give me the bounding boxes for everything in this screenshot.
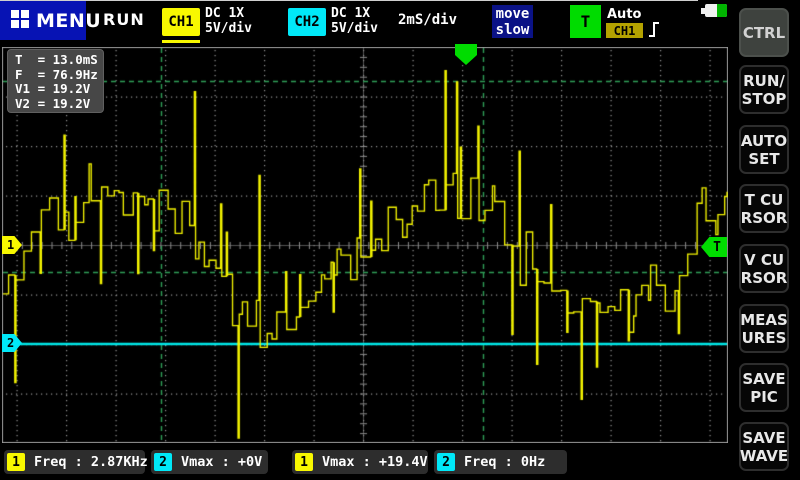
cursor-v2: V2 = 19.2V [15,97,103,112]
save-pic-button[interactable]: SAVE PIC [739,363,789,412]
ctrl-button[interactable]: CTRL [739,8,789,57]
cursor-v1: V1 = 19.2V [15,82,103,97]
menu-label: MENU [36,10,101,32]
measurement-badge: 2 Freq : 0Hz [434,450,567,474]
scope-display[interactable] [2,47,728,443]
timebase-setting[interactable]: 2mS/div [398,0,457,40]
battery-nub [701,8,705,14]
trigger-badge[interactable]: T [570,5,601,38]
trigger-mode[interactable]: Auto [607,7,641,22]
ch1-channel-square: 1 [295,453,313,471]
rising-edge-icon [647,20,661,43]
ch2-badge[interactable]: CH2 [288,8,326,36]
ch2-settings[interactable]: DC 1X 5V/div [331,6,378,36]
ch2-channel-square: 2 [437,453,455,471]
trigger-source-badge[interactable]: CH1 [606,23,643,38]
ch2-channel-square: 2 [154,453,172,471]
measurement-badge: 2 Vmax : +0V [151,450,268,474]
measurement-text: Freq : 2.87KHz [34,454,148,470]
ch1-channel-square: 1 [7,453,25,471]
cursor-readout-box: T = 13.0mS F = 76.9Hz V1 = 19.2V V2 = 19… [7,49,104,113]
measurement-text: Vmax : +0V [181,454,262,470]
ch1-settings[interactable]: DC 1X 5V/div [205,6,252,36]
run-stop-button[interactable]: RUN/ STOP [739,65,789,114]
menu-button[interactable]: MENU [0,1,86,40]
measurement-text: Freq : 0Hz [464,454,545,470]
measurement-text: Vmax : +19.4V [322,454,428,470]
measures-button[interactable]: MEAS URES [739,304,789,353]
battery-icon [705,4,727,17]
cursor-freq: F = 76.9Hz [15,68,103,83]
v-cursor-button[interactable]: V CU RSOR [739,244,789,293]
move-speed-badge[interactable]: move slow [492,5,533,38]
ch1-badge[interactable]: CH1 [162,8,200,36]
oscilloscope-screen: MENU RUN CH1 DC 1X 5V/div CH2 DC 1X 5V/d… [0,0,800,480]
measurement-badge: 1 Vmax : +19.4V [292,450,428,474]
run-status: RUN [103,0,139,40]
auto-set-button[interactable]: AUTO SET [739,125,789,174]
menu-grid-icon [11,10,29,32]
cursor-time: T = 13.0mS [15,53,103,68]
measurement-badge: 1 Freq : 2.87KHz [4,450,145,474]
ch1-active-underline [162,40,200,43]
trigger-position-marker[interactable] [455,44,477,69]
t-cursor-button[interactable]: T CU RSOR [739,184,789,233]
save-wave-button[interactable]: SAVE WAVE [739,422,789,471]
